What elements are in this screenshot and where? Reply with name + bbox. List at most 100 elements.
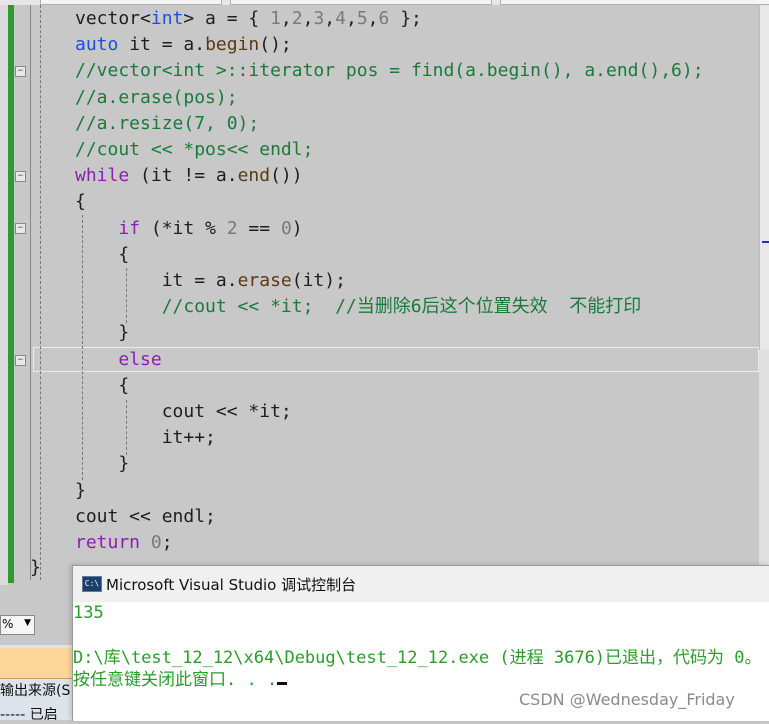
code-token: 6 bbox=[378, 8, 390, 29]
code-token: else bbox=[118, 348, 162, 370]
code-token: == bbox=[237, 217, 281, 239]
code-token: (); bbox=[259, 34, 292, 56]
code-token: //cout << *it; //当删除6后这个位置失效 不能打印 bbox=[161, 296, 642, 318]
dropdown-value: % bbox=[2, 617, 14, 631]
code-line[interactable]: { bbox=[75, 189, 86, 215]
code-line[interactable]: //cout << *pos<< endl; bbox=[75, 137, 313, 163]
code-line[interactable]: else bbox=[75, 347, 162, 373]
code-line[interactable]: while (it != a.end()) bbox=[75, 163, 303, 189]
code-line[interactable]: it = a.erase(it); bbox=[75, 268, 346, 294]
code-token: (*it % bbox=[140, 217, 227, 239]
code-line[interactable]: } bbox=[75, 320, 129, 346]
collapse-icon[interactable]: − bbox=[15, 355, 26, 366]
code-token: { bbox=[75, 374, 130, 396]
watermark: CSDN @Wednesday_Friday bbox=[519, 690, 735, 709]
output-status-text: ----- 已启 bbox=[0, 707, 58, 723]
code-token: 3 bbox=[313, 8, 325, 29]
code-token: } bbox=[75, 453, 130, 475]
console-output-line: 135 bbox=[73, 603, 104, 623]
code-token: 0 bbox=[280, 217, 292, 239]
code-token: vector< bbox=[75, 8, 151, 29]
scrollbar-track[interactable] bbox=[759, 350, 769, 565]
code-token: it = a. bbox=[75, 270, 238, 291]
code-line[interactable]: vector<int> a = { 1,2,3,4,5,6 }; bbox=[75, 6, 422, 32]
code-token: , bbox=[302, 8, 314, 29]
code-token: > a = { bbox=[183, 8, 271, 29]
code-token: } bbox=[75, 479, 86, 501]
code-line[interactable]: if (*it % 2 == 0) bbox=[75, 216, 303, 242]
code-token: int bbox=[150, 8, 184, 29]
code-token: ) bbox=[291, 217, 303, 239]
code-token: it = a. bbox=[118, 34, 206, 56]
code-token: (it); bbox=[291, 270, 346, 291]
code-token: , bbox=[280, 8, 292, 29]
code-line[interactable]: auto it = a.begin(); bbox=[75, 32, 292, 58]
code-token: it++; bbox=[75, 427, 216, 449]
console-app-icon: C:\ bbox=[82, 576, 102, 592]
text-cursor bbox=[277, 682, 288, 685]
indent-guide bbox=[40, 5, 41, 580]
code-line[interactable]: cout << *it; bbox=[75, 399, 292, 425]
code-line[interactable]: //a.erase(pos); bbox=[75, 85, 238, 111]
code-line[interactable]: it++; bbox=[75, 425, 216, 451]
code-line[interactable]: cout << endl; bbox=[75, 504, 216, 530]
collapse-icon[interactable]: − bbox=[15, 66, 26, 77]
code-token: //cout << *pos<< endl; bbox=[75, 139, 314, 160]
code-token: end bbox=[237, 165, 271, 187]
code-token: { bbox=[75, 243, 130, 265]
code-token: //a.erase(pos); bbox=[75, 86, 238, 108]
code-line[interactable]: } bbox=[75, 451, 129, 477]
collapse-icon[interactable]: − bbox=[15, 171, 26, 182]
code-token: //vector<int >::iterator pos = find(a.be… bbox=[75, 60, 704, 82]
code-line[interactable]: { bbox=[75, 373, 129, 399]
code-token: auto bbox=[75, 34, 119, 56]
code-token: cout << *it; bbox=[75, 401, 292, 422]
code-token: erase bbox=[237, 270, 292, 291]
code-token: 4 bbox=[335, 8, 346, 29]
code-token: } bbox=[75, 322, 130, 344]
output-panel-tab[interactable] bbox=[0, 648, 72, 679]
code-token: (it != a. bbox=[129, 165, 238, 187]
output-source-label: 输出来源(S bbox=[0, 683, 71, 699]
code-token: 5 bbox=[356, 8, 368, 29]
outline-margin-line bbox=[30, 5, 31, 580]
code-line[interactable]: //vector<int >::iterator pos = find(a.be… bbox=[75, 58, 704, 84]
editor-gutter bbox=[0, 5, 8, 585]
code-line[interactable]: //cout << *it; //当删除6后这个位置失效 不能打印 bbox=[75, 294, 642, 320]
code-token: //a.resize(7, 0); bbox=[75, 112, 260, 134]
code-token: while bbox=[75, 165, 130, 187]
code-token: , bbox=[367, 8, 379, 29]
console-output-line: 按任意键关闭此窗口. . . bbox=[73, 665, 288, 690]
code-token: return bbox=[75, 532, 141, 553]
code-token: 2 bbox=[226, 217, 238, 239]
code-token: 1 bbox=[270, 8, 281, 29]
code-token: ; bbox=[161, 532, 173, 553]
chevron-down-icon: ▼ bbox=[24, 618, 31, 628]
code-line[interactable]: return 0; bbox=[75, 530, 173, 556]
code-token: , bbox=[345, 8, 357, 29]
console-title-bar[interactable]: C:\ Microsoft Visual Studio 调试控制台 bbox=[73, 566, 769, 602]
code-token: ()) bbox=[270, 165, 303, 187]
console-prompt-text: 按任意键关闭此窗口. . . bbox=[73, 670, 278, 690]
collapse-icon[interactable]: − bbox=[15, 223, 26, 234]
output-source-dropdown[interactable]: % ▼ bbox=[0, 615, 35, 635]
code-token: }; bbox=[389, 8, 422, 29]
code-line[interactable]: //a.resize(7, 0); bbox=[75, 111, 259, 137]
code-token: if bbox=[118, 217, 141, 239]
code-token: begin bbox=[205, 34, 260, 56]
code-token: { bbox=[75, 191, 86, 213]
code-token: cout << endl; bbox=[75, 505, 216, 527]
code-token: 0 bbox=[150, 532, 162, 553]
closing-brace: } bbox=[30, 557, 41, 578]
code-token: 2 bbox=[291, 8, 303, 29]
editor-scrollbar[interactable] bbox=[759, 5, 769, 350]
code-line[interactable]: { bbox=[75, 242, 129, 268]
scrollbar-marker bbox=[762, 241, 769, 243]
code-token: , bbox=[324, 8, 336, 29]
console-title: Microsoft Visual Studio 调试控制台 bbox=[106, 576, 357, 594]
code-line[interactable]: } bbox=[75, 478, 86, 504]
